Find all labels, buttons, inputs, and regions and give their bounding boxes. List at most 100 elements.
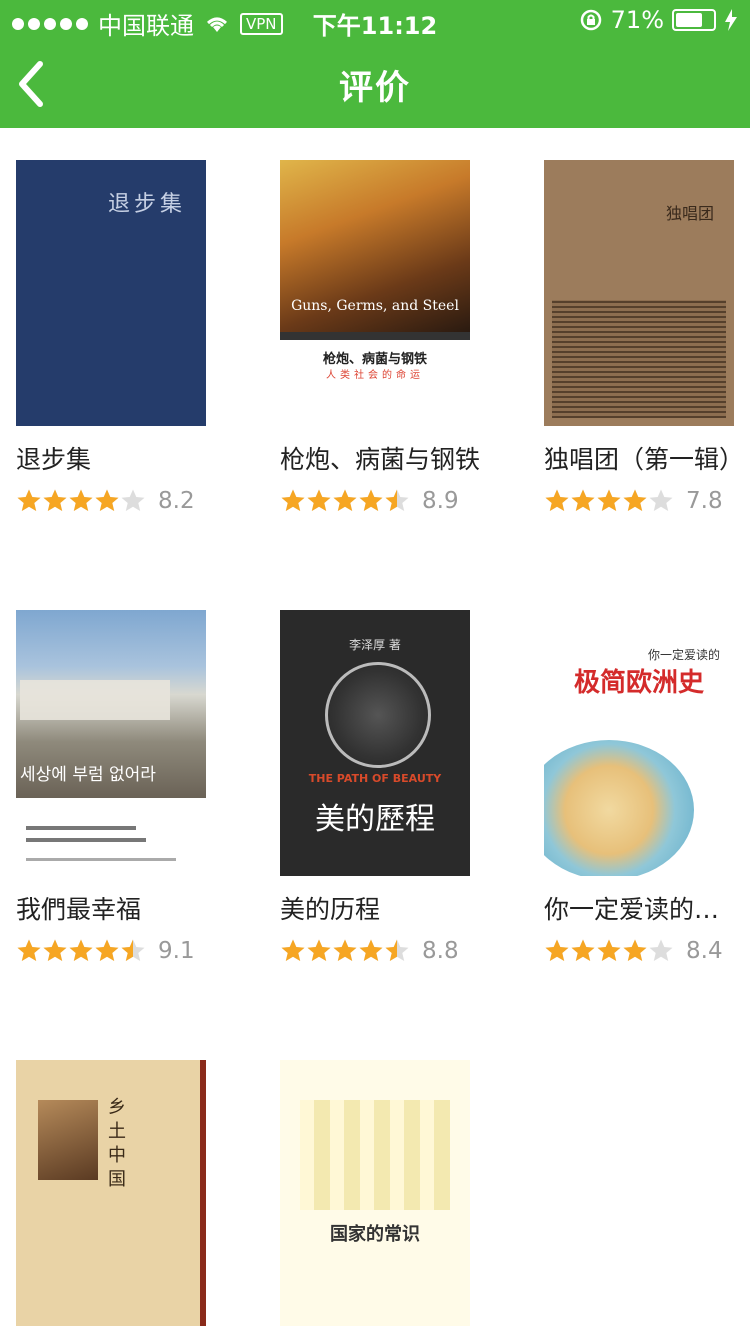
star-half-icon bbox=[121, 939, 145, 961]
cover-building bbox=[20, 680, 170, 720]
cover-text: 乡土中国 bbox=[108, 1097, 126, 1190]
book-card[interactable]: Guns, Germs, and Steel 枪炮、病菌与钢铁 人类社会的命运 … bbox=[280, 160, 480, 514]
star-rating bbox=[280, 938, 410, 964]
nav-bar: 评价 bbox=[0, 40, 750, 128]
book-cover[interactable]: 退步集 bbox=[16, 160, 206, 426]
cover-text: 独唱团 bbox=[665, 204, 714, 223]
cover-author: 李泽厚 著 bbox=[349, 638, 401, 652]
cover-text: 国家的常识 bbox=[330, 1224, 420, 1245]
star-empty-icon bbox=[121, 489, 145, 511]
book-card[interactable]: 李泽厚 著 THE PATH OF BEAUTY 美的歷程 美的历程 8.8 bbox=[280, 610, 480, 964]
star-full-icon bbox=[17, 489, 41, 511]
star-half-icon bbox=[385, 939, 409, 961]
cover-spine bbox=[200, 1060, 206, 1326]
cover-text: 退步集 bbox=[107, 192, 186, 217]
star-full-icon bbox=[307, 489, 331, 511]
book-card[interactable]: 退步集 退步集 8.2 bbox=[16, 160, 216, 514]
star-full-icon bbox=[571, 939, 595, 961]
cover-band bbox=[280, 332, 470, 340]
book-card[interactable]: 国家的常识 bbox=[280, 1060, 480, 1326]
cover-photo bbox=[38, 1100, 98, 1180]
star-full-icon bbox=[281, 489, 305, 511]
page-title: 评价 bbox=[339, 68, 411, 108]
star-full-icon bbox=[95, 489, 119, 511]
star-full-icon bbox=[307, 939, 331, 961]
cover-line bbox=[26, 826, 136, 830]
rating-score: 8.4 bbox=[686, 938, 723, 964]
battery-percent: 71% bbox=[610, 6, 664, 34]
star-rating bbox=[16, 938, 146, 964]
cover-text: Guns, Germs, and Steel bbox=[291, 298, 459, 314]
cover-subtitle: 枪炮、病菌与钢铁 bbox=[322, 352, 427, 367]
rating: 7.8 bbox=[544, 488, 744, 514]
cover-line bbox=[26, 838, 146, 842]
star-full-icon bbox=[571, 489, 595, 511]
status-bar: 中国联通 VPN 下午11:12 71% bbox=[0, 0, 750, 40]
star-rating bbox=[544, 488, 674, 514]
rating: 8.4 bbox=[544, 938, 744, 964]
rating: 8.8 bbox=[280, 938, 480, 964]
rating: 8.2 bbox=[16, 488, 216, 514]
cover-medallion bbox=[325, 662, 431, 768]
book-title[interactable]: 枪炮、病菌与钢铁 bbox=[280, 440, 480, 476]
header: 中国联通 VPN 下午11:12 71% 评价 bbox=[0, 0, 750, 128]
star-rating bbox=[280, 488, 410, 514]
rating: 9.1 bbox=[16, 938, 216, 964]
book-card[interactable]: 乡土中国 bbox=[16, 1060, 216, 1326]
star-full-icon bbox=[545, 489, 569, 511]
star-full-icon bbox=[17, 939, 41, 961]
book-cover[interactable]: 李泽厚 著 THE PATH OF BEAUTY 美的歷程 bbox=[280, 610, 470, 876]
star-full-icon bbox=[545, 939, 569, 961]
star-full-icon bbox=[359, 939, 383, 961]
cover-line bbox=[26, 858, 176, 861]
star-full-icon bbox=[69, 489, 93, 511]
book-cover[interactable]: 你一定爱读的 极简欧洲史 bbox=[544, 610, 734, 876]
book-cover[interactable]: Guns, Germs, and Steel 枪炮、病菌与钢铁 人类社会的命运 bbox=[280, 160, 470, 426]
rating: 8.9 bbox=[280, 488, 480, 514]
book-title[interactable]: 美的历程 bbox=[280, 890, 480, 926]
cover-text: 极简欧洲史 bbox=[573, 668, 704, 698]
book-cover[interactable]: 国家的常识 bbox=[280, 1060, 470, 1326]
star-full-icon bbox=[359, 489, 383, 511]
book-title[interactable]: 退步集 bbox=[16, 440, 216, 476]
book-card[interactable]: 独唱团 独唱团（第一辑） 7.8 bbox=[544, 160, 744, 514]
book-cover[interactable]: 独唱团 bbox=[544, 160, 734, 426]
star-empty-icon bbox=[649, 939, 673, 961]
cover-text: 세상에 부럼 없어라 bbox=[20, 765, 156, 785]
cover-text-pattern bbox=[552, 300, 726, 418]
rating-score: 9.1 bbox=[158, 938, 195, 964]
cover-subtitle: 人类社会的命运 bbox=[326, 370, 424, 381]
book-title[interactable]: 你一定爱读的极简欧洲史 bbox=[544, 890, 744, 926]
book-title[interactable]: 独唱团（第一辑） bbox=[544, 440, 744, 476]
book-card[interactable]: 세상에 부럼 없어라 我們最幸福 9.1 bbox=[16, 610, 216, 964]
star-full-icon bbox=[43, 489, 67, 511]
star-empty-icon bbox=[649, 489, 673, 511]
rating-score: 8.2 bbox=[158, 488, 195, 514]
book-cover[interactable]: 세상에 부럼 없어라 bbox=[16, 610, 206, 876]
star-full-icon bbox=[623, 939, 647, 961]
book-cover[interactable]: 乡土中国 bbox=[16, 1060, 206, 1326]
book-title[interactable]: 我們最幸福 bbox=[16, 890, 216, 926]
star-full-icon bbox=[333, 489, 357, 511]
charging-icon bbox=[725, 9, 737, 31]
star-full-icon bbox=[597, 489, 621, 511]
battery-icon bbox=[672, 9, 716, 31]
book-card[interactable]: 你一定爱读的 极简欧洲史 你一定爱读的极简欧洲史 8.4 bbox=[544, 610, 744, 964]
star-full-icon bbox=[597, 939, 621, 961]
rotation-lock-icon bbox=[580, 9, 601, 31]
cover-map bbox=[544, 740, 694, 876]
rating-score: 8.9 bbox=[422, 488, 459, 514]
star-rating bbox=[16, 488, 146, 514]
star-rating bbox=[544, 938, 674, 964]
cover-subtitle: 你一定爱读的 bbox=[647, 648, 720, 662]
star-full-icon bbox=[333, 939, 357, 961]
rating-score: 8.8 bbox=[422, 938, 459, 964]
star-full-icon bbox=[95, 939, 119, 961]
cover-subtitle: THE PATH OF BEAUTY bbox=[308, 772, 442, 785]
star-half-icon bbox=[385, 489, 409, 511]
star-full-icon bbox=[69, 939, 93, 961]
star-full-icon bbox=[623, 489, 647, 511]
cover-bottles bbox=[300, 1100, 450, 1210]
cover-text: 美的歷程 bbox=[315, 802, 435, 837]
rating-score: 7.8 bbox=[686, 488, 723, 514]
